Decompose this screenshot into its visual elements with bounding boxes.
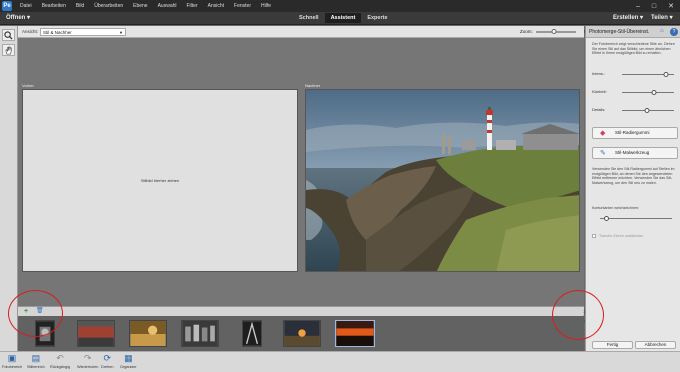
open-button[interactable]: Öffnen ▾ <box>6 14 30 21</box>
redo-icon: ↷ <box>83 353 92 363</box>
menu-enhance[interactable]: Überarbeiten <box>89 3 128 9</box>
organizer-icon: ▦ <box>124 353 133 363</box>
zoom-slider[interactable] <box>536 29 576 34</box>
rotate-button[interactable]: ⟳ Drehen <box>101 353 113 369</box>
slider-knob[interactable] <box>651 90 657 95</box>
style-drop-zone[interactable]: Stilbild hierher ziehen <box>22 89 298 272</box>
annotation-circle <box>552 290 604 340</box>
undo-icon: ↶ <box>56 353 64 363</box>
redo-button[interactable]: ↷ Wiederholen <box>77 353 98 369</box>
before-label: Vorher <box>22 83 34 88</box>
view-options-bar: Ansicht: Stil & Nachher ▼ Zoom: 97% <box>18 26 593 38</box>
menu-filter[interactable]: Filter <box>182 3 203 9</box>
menu-layer[interactable]: Ebene <box>128 3 152 9</box>
done-button[interactable]: Fertig <box>592 341 633 349</box>
minimize-icon[interactable]: – <box>630 3 646 10</box>
style-bin-button[interactable]: ▤ Stilbereich <box>27 353 45 369</box>
slider-knob[interactable] <box>663 72 669 77</box>
style-thumbnail[interactable] <box>242 320 262 347</box>
organizer-button[interactable]: ▦ Organizer <box>120 353 137 369</box>
close-icon[interactable]: ✕ <box>662 2 680 10</box>
eraser-icon: ◆ <box>600 130 606 137</box>
details-slider[interactable]: Details: <box>592 106 678 114</box>
tab-guided[interactable]: Assistent <box>324 13 362 23</box>
slider-knob[interactable] <box>644 108 650 113</box>
panel-title: Photomerge-Stil-Übereinst. <box>589 29 650 35</box>
style-eraser-button[interactable]: ◆ Stil-Radiergummi <box>592 127 678 139</box>
photo-bin-toolbar: + 🗑 1 / 8 ⌄ <box>18 306 599 324</box>
tab-expert[interactable]: Experte <box>361 13 393 23</box>
maximize-icon[interactable]: □ <box>646 3 662 10</box>
menu-file[interactable]: Datei <box>15 3 37 9</box>
panel-header: Photomerge-Stil-Übereinst. ⌂ ? <box>586 26 680 38</box>
undo-button[interactable]: ↶ Rückgängig <box>50 353 70 369</box>
style-thumbnail[interactable] <box>283 320 321 347</box>
zoom-label: Zoom: <box>520 29 533 34</box>
annotation-circle <box>8 290 63 337</box>
style-thumbnail-selected[interactable] <box>335 320 375 347</box>
tools-description: Verwenden Sie den Stil-Radiergummi auf S… <box>592 167 675 185</box>
slider-knob[interactable] <box>603 216 609 221</box>
edge-softness-slider[interactable] <box>600 214 674 222</box>
intensity-slider[interactable]: Intens.: <box>592 70 678 78</box>
hand-tool-icon[interactable] <box>2 44 15 56</box>
menu-help[interactable]: Hilfe <box>256 3 276 9</box>
panel-intro: Der Fotobereich zeigt verschiedene Stile… <box>592 42 675 56</box>
cancel-button[interactable]: Abbrechen <box>635 341 676 349</box>
view-label: Ansicht: <box>22 29 39 34</box>
edge-label: Konturkanten weichzeichnen: <box>592 206 639 210</box>
style-brush-button[interactable]: ✎ Stil-Malwerkzeug <box>592 147 678 159</box>
mode-tabs: Schnell Assistent Experte <box>293 13 394 23</box>
style-bin-icon: ▤ <box>31 353 41 363</box>
app-logo-icon: Pe <box>2 1 12 11</box>
menu-view[interactable]: Ansicht <box>203 3 229 9</box>
style-thumbnail[interactable] <box>181 320 219 347</box>
style-filmstrip <box>18 316 584 351</box>
after-image <box>305 89 580 272</box>
mode-bar: Öffnen ▾ Schnell Assistent Experte Erste… <box>0 12 680 25</box>
photo-bin-button[interactable]: ▣ Fotobereich <box>2 353 22 369</box>
chevron-down-icon: ▼ <box>119 30 123 35</box>
brush-icon: ✎ <box>600 150 606 157</box>
style-thumbnail[interactable] <box>129 320 167 347</box>
home-icon[interactable]: ⌂ <box>660 28 664 34</box>
bottom-taskbar: ▣ Fotobereich ▤ Stilbereich ↶ Rückgängig ↷ W… <box>0 351 680 372</box>
zoom-tool-icon[interactable] <box>2 29 15 41</box>
coastal-lighthouse-photo <box>306 90 579 271</box>
view-select[interactable]: Stil & Nachher ▼ <box>40 28 126 36</box>
checkbox[interactable] <box>592 234 596 239</box>
tab-quick[interactable]: Schnell <box>293 13 325 23</box>
photo-bin-icon: ▣ <box>7 353 17 363</box>
share-button[interactable]: Teilen ▾ <box>651 14 673 21</box>
menu-image[interactable]: Bild <box>71 3 89 9</box>
create-button[interactable]: Erstellen ▾ <box>613 14 643 21</box>
menu-select[interactable]: Auswahl <box>153 3 182 9</box>
style-thumbnail[interactable] <box>77 320 115 347</box>
menu-bar: Pe Datei Bearbeiten Bild Überarbeiten Eb… <box>0 0 680 12</box>
help-icon[interactable]: ? <box>670 28 678 36</box>
zoom-slider-knob[interactable] <box>551 29 557 34</box>
after-label: Nachher <box>305 83 321 88</box>
menu-window[interactable]: Fenster <box>229 3 256 9</box>
menu-edit[interactable]: Bearbeiten <box>37 3 71 9</box>
clarity-slider[interactable]: Klarheit: <box>592 88 678 96</box>
rotate-icon: ⟳ <box>103 353 111 363</box>
hide-transfer-checkbox[interactable]: Transfer-Ebene ausblenden <box>592 234 643 239</box>
drop-hint: Stilbild hierher ziehen <box>140 178 180 183</box>
